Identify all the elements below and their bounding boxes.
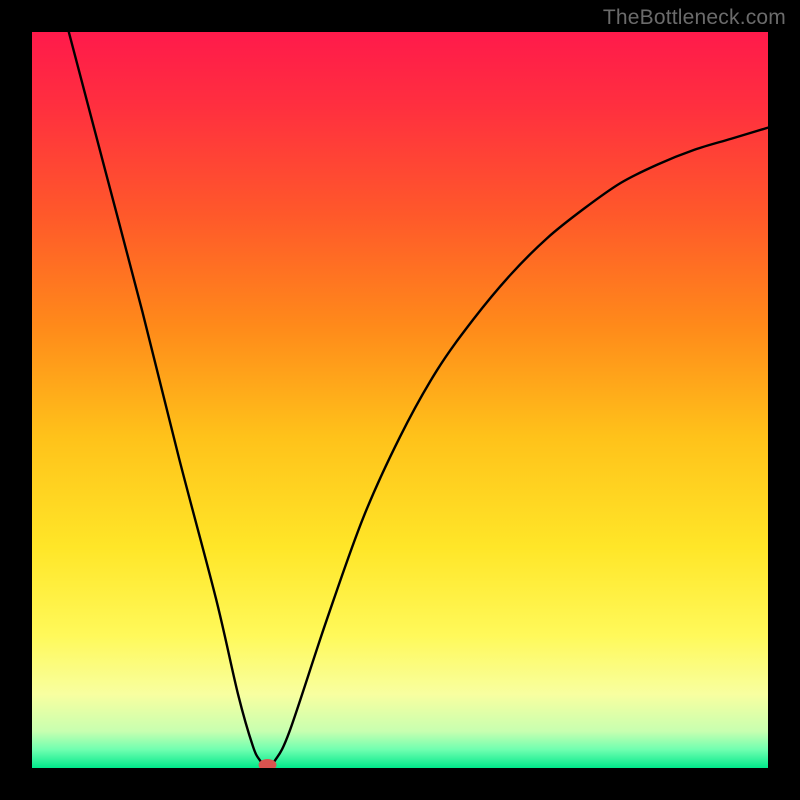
bottleneck-chart <box>32 32 768 768</box>
watermark-text: TheBottleneck.com <box>603 6 786 30</box>
chart-frame <box>32 32 768 768</box>
gradient-background <box>32 32 768 768</box>
